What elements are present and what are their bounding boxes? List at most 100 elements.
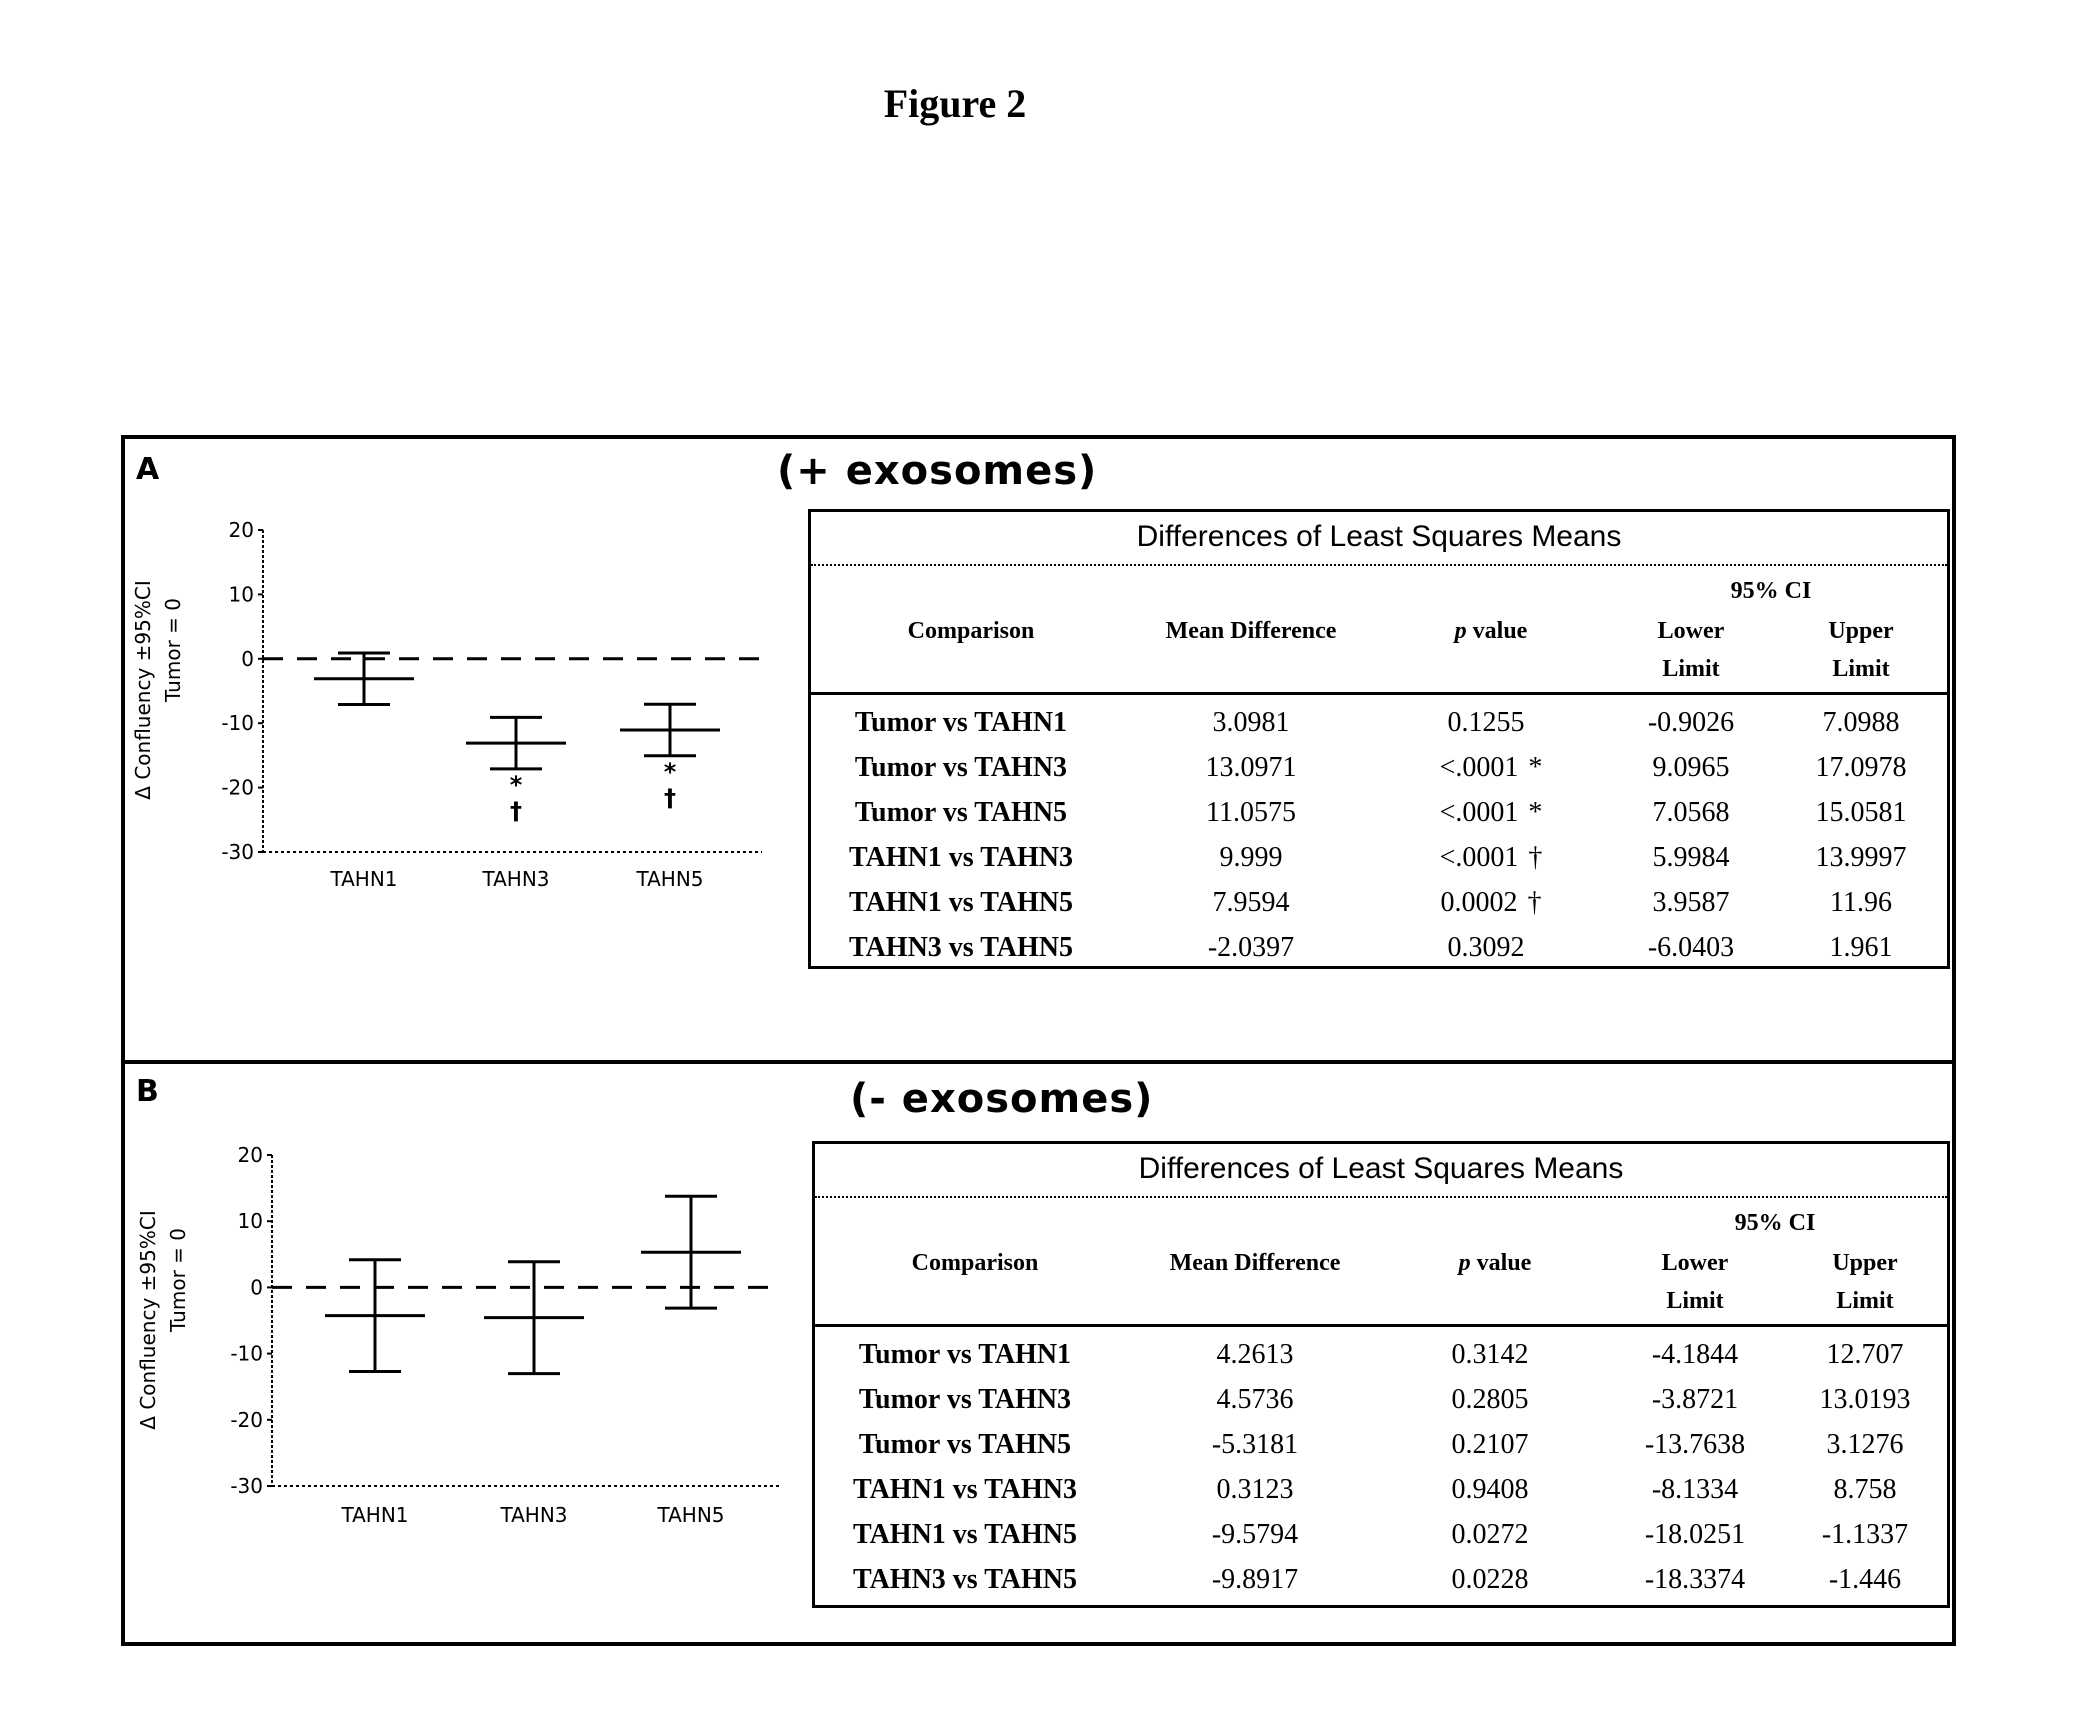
cell-upper-limit-text: 13.9997 (1815, 842, 1907, 873)
significance-mark: † (1528, 842, 1543, 873)
cell-mean-difference: 7.9594 (1111, 880, 1391, 926)
y-axis-label: Δ Confluency ±95%CI (136, 1210, 160, 1429)
cell-lower-limit-text: -13.7638 (1644, 1429, 1746, 1460)
cell-p-value: <.0001 † (1391, 835, 1591, 881)
significance-annotation: * (510, 771, 523, 799)
cell-p-value-text: <.0001 (1439, 797, 1519, 828)
cell-comparison-text: TAHN1 vs TAHN5 (848, 887, 1074, 918)
cell-mean-difference: 3.0981 (1111, 700, 1391, 746)
cell-lower-limit: -6.0403 (1601, 925, 1781, 971)
cell-lower-limit-text: -0.9026 (1647, 707, 1735, 738)
cell-lower-limit: 3.9587 (1601, 880, 1781, 926)
cell-lower-limit-text: -8.1334 (1651, 1474, 1739, 1505)
cell-p-value: 0.3092 (1391, 925, 1591, 971)
x-tick-label: TAHN3 (481, 867, 549, 891)
col-header-p-value: p value (1395, 1244, 1595, 1282)
ci-header: 95% CI (1734, 1210, 1816, 1236)
col-header-comparison: Comparison (907, 618, 1035, 644)
cell-mean-difference-text: 7.9594 (1212, 887, 1290, 918)
cell-mean-difference: 13.0971 (1111, 745, 1391, 791)
significance-annotation: † (664, 784, 676, 812)
cell-lower-limit-text: -4.1844 (1651, 1339, 1739, 1370)
cell-p-value: 0.2805 (1395, 1377, 1595, 1423)
y-axis-label: Δ Confluency ±95%CI (131, 580, 155, 799)
cell-comparison: Tumor vs TAHN3 (811, 745, 1111, 791)
cell-upper-limit-text: -1.446 (1828, 1564, 1902, 1595)
cell-lower-limit-text: -18.0251 (1644, 1519, 1746, 1550)
cell-upper-limit: 13.0193 (1775, 1377, 1955, 1423)
cell-p-value-text: 0.0002 (1440, 887, 1518, 918)
p-value-label: value (1466, 618, 1528, 644)
y-tick-label: -30 (221, 840, 254, 864)
cell-comparison: TAHN3 vs TAHN5 (815, 1557, 1115, 1603)
cell-comparison-text: Tumor vs TAHN5 (854, 797, 1068, 828)
y-tick-label: 0 (241, 647, 254, 671)
p-value-label: value (1470, 1250, 1532, 1276)
cell-comparison: TAHN3 vs TAHN5 (811, 925, 1111, 971)
y-tick-label: 10 (238, 1209, 263, 1233)
cell-upper-limit: -1.446 (1775, 1557, 1955, 1603)
y-tick-label: -20 (221, 776, 254, 800)
cell-p-value: 0.0272 (1395, 1512, 1595, 1558)
cell-upper-limit-text: 1.961 (1829, 932, 1893, 963)
table-title: Differences of Least Squares Means (1138, 1152, 1624, 1185)
cell-lower-limit: -8.1334 (1605, 1467, 1785, 1513)
significance-mark: * (1528, 797, 1543, 828)
cell-comparison-text: Tumor vs TAHN3 (854, 752, 1068, 783)
cell-p-value-text: <.0001 (1439, 752, 1519, 783)
y-tick-label: 0 (250, 1275, 263, 1299)
cell-p-value-text: <.0001 (1439, 842, 1519, 873)
cell-lower-limit-text: 3.9587 (1652, 887, 1730, 918)
cell-mean-difference-text: 9.999 (1219, 842, 1283, 873)
cell-p-value-text: 0.3092 (1447, 932, 1525, 963)
cell-mean-difference: -9.8917 (1115, 1557, 1395, 1603)
cell-lower-limit: -13.7638 (1605, 1422, 1785, 1468)
cell-comparison-text: Tumor vs TAHN1 (854, 707, 1068, 738)
cell-lower-limit: -3.8721 (1605, 1377, 1785, 1423)
chart-panel-a: 20 10 0 -10 -20 -30 Δ Confluency ±95%CI Tumor =… (131, 518, 762, 891)
cell-comparison-text: TAHN1 vs TAHN3 (852, 1474, 1078, 1505)
cell-mean-difference-text: 13.0971 (1205, 752, 1297, 783)
cell-mean-difference: 11.0575 (1111, 790, 1391, 836)
col-header-upper: Upper (1828, 618, 1894, 644)
cell-lower-limit-text: -3.8721 (1651, 1384, 1739, 1415)
cell-upper-limit-text: 3.1276 (1826, 1429, 1904, 1460)
col-header-p-value: p value (1391, 612, 1591, 650)
cell-upper-limit: 17.0978 (1771, 745, 1951, 791)
cell-mean-difference-text: 3.0981 (1212, 707, 1290, 738)
cell-mean-difference-text: 11.0575 (1206, 797, 1296, 828)
cell-comparison: TAHN1 vs TAHN5 (815, 1512, 1115, 1558)
panel-a-table: Differences of Least Squares Means 95% C… (808, 509, 1950, 969)
x-tick-label: TAHN1 (340, 1503, 408, 1527)
col-header-lower-limit: Limit (1666, 1288, 1724, 1314)
y-tick-label: 20 (238, 1143, 263, 1167)
cell-upper-limit-text: -1.1337 (1821, 1519, 1909, 1550)
chart-panel-b: 20 10 0 -10 -20 -30 Δ Confluency ±95%CI Tumor =… (136, 1143, 779, 1527)
cell-p-value: <.0001 * (1391, 745, 1591, 791)
cell-p-value: 0.1255 (1391, 700, 1591, 746)
cell-mean-difference-text: 4.5736 (1216, 1384, 1294, 1415)
col-header-upper-limit: Limit (1836, 1288, 1894, 1314)
cell-lower-limit-text: 5.9984 (1652, 842, 1730, 873)
cell-upper-limit: 11.96 (1771, 880, 1951, 926)
cell-comparison-text: TAHN1 vs TAHN5 (852, 1519, 1078, 1550)
cell-mean-difference: 4.2613 (1115, 1332, 1395, 1378)
cell-comparison-text: TAHN1 vs TAHN3 (848, 842, 1074, 873)
cell-comparison-text: Tumor vs TAHN5 (858, 1429, 1072, 1460)
cell-comparison: TAHN1 vs TAHN3 (811, 835, 1111, 881)
cell-p-value-text: 0.2107 (1451, 1429, 1529, 1460)
cell-lower-limit: -0.9026 (1601, 700, 1781, 746)
col-header-lower: Lower (1657, 618, 1725, 644)
significance-annotation: * (664, 758, 677, 786)
cell-mean-difference: 4.5736 (1115, 1377, 1395, 1423)
table-rule (811, 564, 1947, 566)
significance-mark: * (1528, 752, 1543, 783)
significance-mark: † (1527, 887, 1542, 918)
cell-mean-difference: 9.999 (1111, 835, 1391, 881)
col-header-upper-limit: Limit (1832, 656, 1890, 682)
cell-p-value-text: 0.0228 (1451, 1564, 1529, 1595)
cell-p-value: 0.9408 (1395, 1467, 1595, 1513)
table-title: Differences of Least Squares Means (1136, 520, 1622, 553)
y-axis-label-secondary: Tumor = 0 (166, 1228, 190, 1333)
cell-lower-limit: -18.0251 (1605, 1512, 1785, 1558)
